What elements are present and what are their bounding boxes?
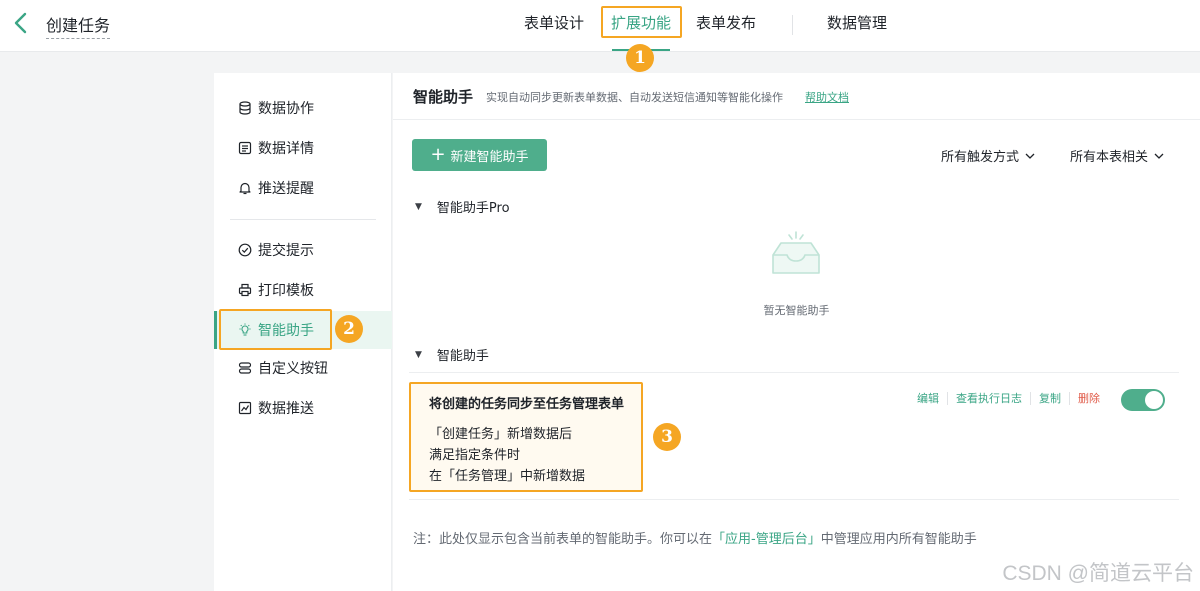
- delete-link[interactable]: 删除: [1070, 392, 1108, 405]
- group-header-pro[interactable]: ▼ 智能助手Pro: [415, 197, 510, 216]
- footnote-prefix: 注：此处仅显示包含当前表单的智能助手。你可以在: [413, 532, 713, 547]
- assistant-rule-line: 满足指定条件时: [429, 448, 521, 463]
- trigger-filter-dropdown[interactable]: 所有触发方式: [941, 146, 1035, 165]
- chevron-down-icon: [1025, 153, 1035, 159]
- footnote-suffix: 中管理应用内所有智能助手: [820, 532, 977, 547]
- group-title-pro: 智能助手Pro: [436, 201, 510, 216]
- tab-divider: [792, 15, 793, 35]
- highlight-box-tab: [601, 6, 682, 38]
- top-bar: 创建任务 表单设计 扩展功能 表单发布 数据管理: [0, 0, 1200, 52]
- assistant-actions: 编辑 查看执行日志 复制 删除: [909, 392, 1108, 405]
- sidebar-item-push-reminder[interactable]: 推送提醒: [214, 169, 392, 207]
- toggle-knob: [1145, 391, 1163, 409]
- admin-console-link[interactable]: 「应用-管理后台」: [712, 532, 821, 547]
- sidebar-divider: [230, 219, 376, 220]
- divider: [409, 499, 1179, 500]
- tab-form-design[interactable]: 表单设计: [524, 12, 584, 33]
- buttons-icon: [238, 362, 252, 374]
- assistant-name: 将创建的任务同步至任务管理表单: [429, 397, 625, 412]
- relation-filter-dropdown[interactable]: 所有本表相关: [1070, 146, 1164, 165]
- tab-data-management[interactable]: 数据管理: [827, 12, 887, 33]
- chart-icon: [238, 401, 252, 415]
- plus-icon: +: [430, 144, 446, 165]
- relation-filter-label: 所有本表相关: [1070, 150, 1149, 165]
- empty-inbox-icon: [772, 231, 820, 274]
- bell-icon: [239, 182, 251, 195]
- annotation-badge-3: 3: [653, 423, 681, 451]
- sidebar-item-label: 数据推送: [258, 401, 314, 417]
- main-panel: 智能助手 实现自动同步更新表单数据、自动发送短信通知等智能化操作 帮助文档 + …: [393, 73, 1200, 591]
- assistant-rule-line: 「创建任务」新增数据后: [429, 427, 573, 442]
- footnote: 注：此处仅显示包含当前表单的智能助手。你可以在「应用-管理后台」中管理应用内所有…: [413, 528, 977, 547]
- page-title[interactable]: 创建任务: [46, 12, 111, 39]
- annotation-badge-2: 2: [335, 315, 363, 343]
- printer-icon: [238, 283, 252, 297]
- divider: [409, 372, 1179, 373]
- assistant-card[interactable]: 将创建的任务同步至任务管理表单 「创建任务」新增数据后 满足指定条件时 在「任务…: [409, 382, 643, 492]
- enable-toggle[interactable]: [1121, 389, 1165, 411]
- panel-description: 实现自动同步更新表单数据、自动发送短信通知等智能化操作: [486, 91, 783, 104]
- chevron-down-icon: [1154, 153, 1164, 159]
- collapse-triangle-icon: ▼: [415, 201, 422, 212]
- sidebar-item-label: 推送提醒: [258, 181, 314, 197]
- back-arrow-icon[interactable]: [10, 10, 32, 36]
- sidebar-item-data-push[interactable]: 数据推送: [214, 389, 392, 427]
- sidebar-item-label: 提交提示: [258, 243, 314, 259]
- sidebar-item-label: 自定义按钮: [258, 361, 328, 377]
- check-circle-icon: [238, 243, 252, 257]
- sidebar-item-custom-button[interactable]: 自定义按钮: [214, 349, 392, 387]
- group-header-basic[interactable]: ▼ 智能助手: [415, 345, 489, 364]
- annotation-badge-1: 1: [626, 44, 654, 72]
- sidebar-item-print-template[interactable]: 打印模板: [214, 271, 392, 309]
- sidebar-item-data-detail[interactable]: 数据详情: [214, 129, 392, 167]
- view-log-link[interactable]: 查看执行日志: [948, 392, 1031, 405]
- sidebar-item-label: 数据协作: [258, 101, 314, 117]
- panel-header: 智能助手 实现自动同步更新表单数据、自动发送短信通知等智能化操作 帮助文档: [393, 73, 1200, 120]
- help-doc-link[interactable]: 帮助文档: [805, 89, 849, 105]
- collapse-triangle-icon: ▼: [415, 349, 422, 360]
- sidebar-item-data-collab[interactable]: 数据协作: [214, 89, 392, 127]
- tab-form-publish[interactable]: 表单发布: [696, 12, 756, 33]
- empty-state-text: 暂无智能助手: [763, 304, 830, 317]
- edit-link[interactable]: 编辑: [909, 392, 948, 405]
- copy-link[interactable]: 复制: [1031, 392, 1070, 405]
- new-assistant-label: 新建智能助手: [450, 149, 529, 165]
- panel-title: 智能助手: [413, 88, 474, 106]
- trigger-filter-label: 所有触发方式: [941, 150, 1020, 165]
- sidebar-item-submit-tip[interactable]: 提交提示: [214, 231, 392, 269]
- database-icon: [239, 101, 251, 115]
- assistant-rule-line: 在「任务管理」中新增数据: [429, 469, 586, 484]
- new-assistant-button[interactable]: + 新建智能助手: [412, 139, 547, 171]
- highlight-box-sidebar: [219, 309, 332, 350]
- document-icon: [238, 141, 252, 155]
- watermark: CSDN @简道云平台: [1002, 562, 1194, 585]
- sidebar-item-label: 数据详情: [258, 141, 314, 157]
- group-title-basic: 智能助手: [436, 349, 489, 364]
- sidebar-item-label: 打印模板: [258, 283, 314, 299]
